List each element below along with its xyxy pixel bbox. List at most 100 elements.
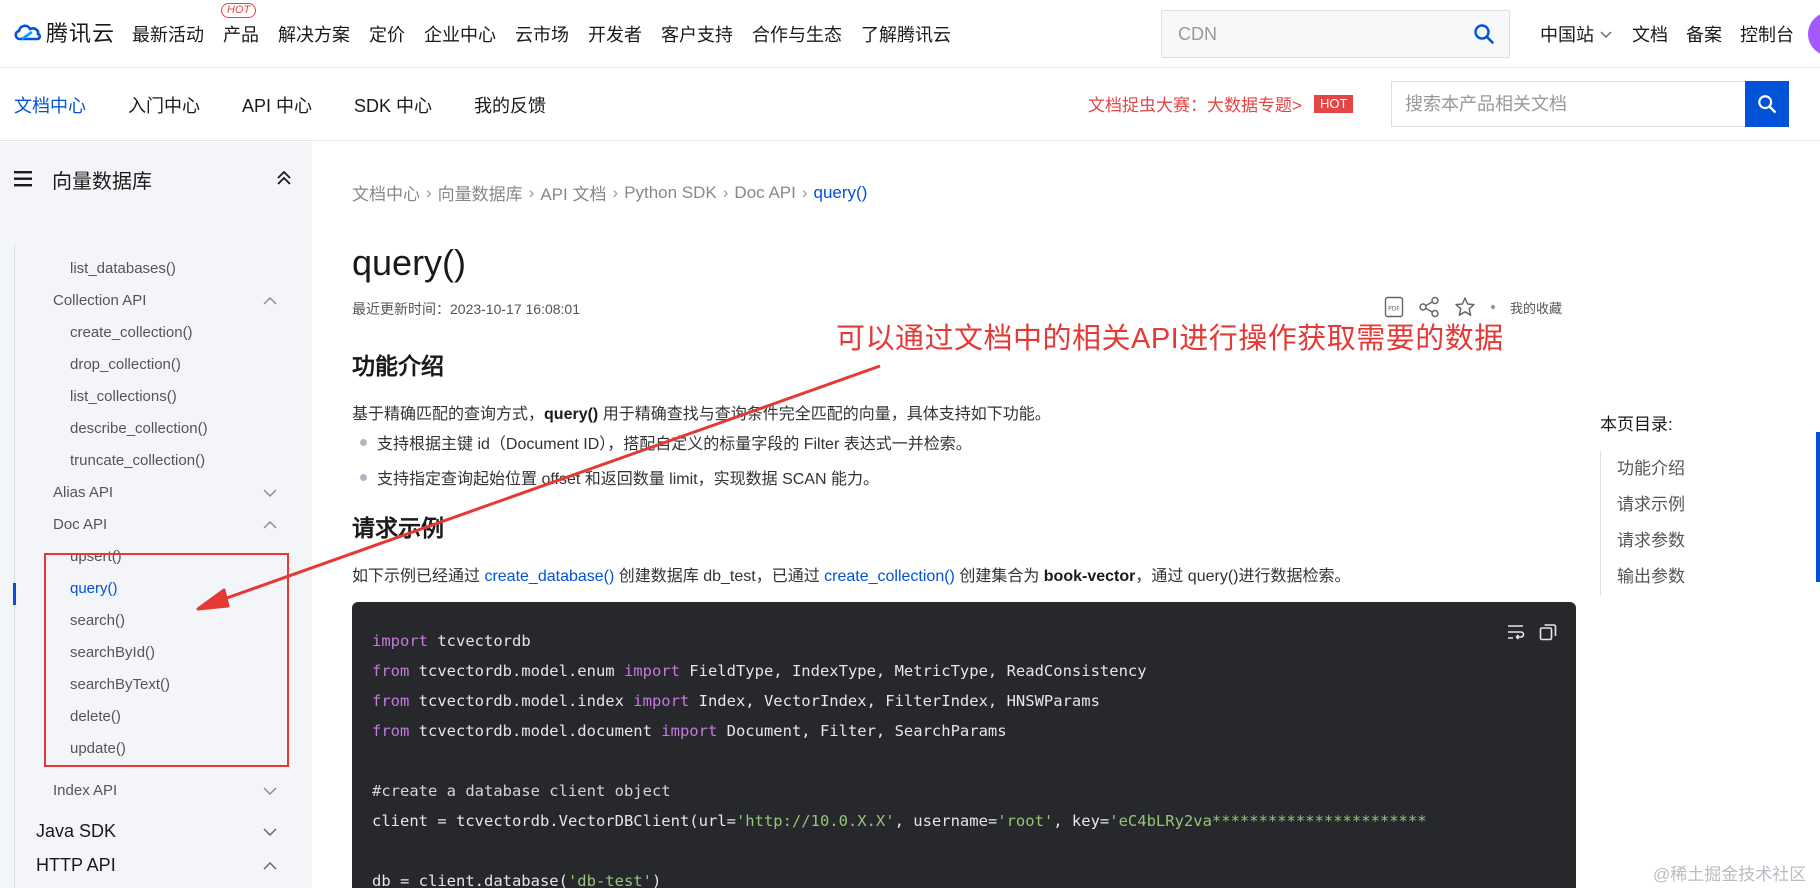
topnav-item-about[interactable]: 了解腾讯云 [861,21,951,47]
bullet-text: 支持指定查询起始位置 offset 和返回数量 limit，实现数据 SCAN … [377,471,879,488]
section-heading-intro: 功能介绍 [352,353,444,379]
topnav-item-partners[interactable]: 合作与生态 [752,21,842,47]
sidebar-item-drop-collection[interactable]: drop_collection() [70,356,181,373]
sidebar-item-list-databases[interactable]: list_databases() [70,260,176,277]
hot-badge: HOT [221,3,257,18]
chevron-up-icon[interactable] [262,518,278,532]
sidebar-item-collection-api[interactable]: Collection API [53,292,146,309]
chevron-up-icon[interactable] [262,294,278,308]
sidebar-item-alias-api[interactable]: Alias API [53,484,113,501]
code-string: 'http://10.0.X.X' [735,812,895,830]
subnav-doc-center[interactable]: 文档中心 [14,92,86,118]
code-toolbar [1494,622,1558,647]
code-text: Index, VectorIndex, FilterIndex, HNSWPar… [689,692,1100,710]
topnav-item-activities[interactable]: 最新活动 [132,21,204,47]
search-icon[interactable] [1473,23,1495,45]
promo-link[interactable]: 文档捉虫大赛：大数据专题> HOT [1088,91,1354,116]
docs-link[interactable]: 文档 [1632,21,1668,47]
chevron-up-icon[interactable] [262,859,278,873]
my-favorites-link[interactable]: 我的收藏 [1510,298,1562,317]
annotation-text: 可以通过文档中的相关API进行操作获取需要的数据 [836,323,1504,355]
intro-bold: query() [544,406,599,423]
toc-item-intro[interactable]: 功能介绍 [1617,451,1800,487]
breadcrumb-item[interactable]: Doc API [734,183,795,203]
sidebar-item-create-collection[interactable]: create_collection() [70,324,193,341]
breadcrumb-item[interactable]: 向量数据库 [438,180,523,205]
breadcrumb-item[interactable]: 文档中心 [352,180,420,205]
sidebar-item-list-collections[interactable]: list_collections() [70,388,177,405]
region-selector[interactable]: 中国站 [1540,21,1614,47]
global-search-input[interactable] [1162,11,1452,57]
sidebar-item-http-api[interactable]: HTTP API [36,855,116,876]
code-keyword: import [372,632,428,650]
menu-icon[interactable] [14,170,34,188]
top-navbar: 腾讯云 最新活动 产品 HOT 解决方案 定价 企业中心 云市场 开发者 客户支持… [0,0,1820,68]
toc-item-output[interactable]: 输出参数 [1617,559,1800,595]
code-comment: #create a database client object [372,782,671,800]
topnav-item-support[interactable]: 客户支持 [661,21,733,47]
topnav-item-products[interactable]: 产品 HOT [221,3,259,47]
svg-text:PDF: PDF [1388,306,1400,313]
create-collection-link[interactable]: create_collection() [824,568,955,585]
active-indicator [13,583,16,605]
subnav-api-center[interactable]: API 中心 [242,92,312,118]
sidebar-item-index-api[interactable]: Index API [53,782,117,799]
sidebar-item-truncate-collection[interactable]: truncate_collection() [70,452,205,469]
topnav-item-developer[interactable]: 开发者 [588,21,642,47]
sidebar-item-java-sdk[interactable]: Java SDK [36,821,116,842]
subnav-feedback[interactable]: 我的反馈 [474,92,546,118]
sidebar-item-doc-api[interactable]: Doc API [53,516,107,533]
region-label: 中国站 [1540,25,1594,45]
subnav-sdk-center[interactable]: SDK 中心 [354,92,432,118]
topnav-item-enterprise[interactable]: 企业中心 [424,21,496,47]
breadcrumb-item[interactable]: Python SDK [624,183,717,203]
toc-title: 本页目录: [1600,415,1673,434]
code-content: import tcvectordb from tcvectordb.model.… [372,626,1427,888]
sidebar-item-describe-collection[interactable]: describe_collection() [70,420,208,437]
breadcrumb-separator: › [426,182,432,202]
toc-item-example[interactable]: 请求示例 [1617,487,1800,523]
code-keyword: from [372,722,410,740]
cloud-logo-icon [14,24,42,41]
page-toc: 本页目录: 功能介绍 请求示例 请求参数 输出参数 [1600,410,1800,595]
chevron-down-icon[interactable] [262,825,278,839]
code-text: tcvectordb.model.enum [409,662,624,680]
brand-logo[interactable]: 腾讯云 [12,17,115,47]
tree-guide-line [14,244,15,888]
breadcrumb: 文档中心 › 向量数据库 › API 文档 › Python SDK › Doc API… [352,180,867,205]
code-keyword: from [372,692,410,710]
doc-search-button[interactable] [1745,81,1789,127]
breadcrumb-separator: › [722,182,729,202]
topnav-item-solutions[interactable]: 解决方案 [278,21,350,47]
example-text: ，通过 query()进行数据检索。 [1135,568,1351,585]
doc-search-input[interactable] [1392,82,1742,126]
create-database-link[interactable]: create_database() [484,568,614,585]
topnav-item-market[interactable]: 云市场 [515,21,569,47]
scroll-indicator[interactable] [1816,432,1820,582]
doc-subnav: 文档中心 入门中心 API 中心 SDK 中心 我的反馈 文档捉虫大赛：大数据专… [0,69,1820,141]
brand-name: 腾讯云 [46,21,116,46]
copy-button[interactable] [1538,622,1558,647]
topnav-item-pricing[interactable]: 定价 [369,21,405,47]
chevron-down-icon[interactable] [262,486,278,500]
wrap-button[interactable] [1506,622,1526,647]
code-keyword: from [372,662,410,680]
example-text: 创建集合为 [954,568,1044,585]
breadcrumb-item[interactable]: API 文档 [540,180,606,205]
doc-subnav-menu: 文档中心 入门中心 API 中心 SDK 中心 我的反馈 [14,69,588,141]
icp-link[interactable]: 备案 [1686,21,1722,47]
bullet-dot [360,438,367,446]
subnav-getting-started[interactable]: 入门中心 [128,92,200,118]
toc-item-params[interactable]: 请求参数 [1617,523,1800,559]
doc-sidebar: 向量数据库 list_databases() Collection API cr… [0,142,312,888]
breadcrumb-separator: › [612,182,619,202]
bullet-dot [360,473,367,481]
intro-paragraph: 基于精确匹配的查询方式，query() 用于精确查找与查询条件完全匹配的向量，具… [352,400,1051,424]
promo-text: 文档捉虫大赛：大数据专题> [1088,96,1302,115]
example-bold: book-vector [1043,568,1136,585]
bullet-text: 支持根据主键 id（Document ID），搭配自定义的标量字段的 Filte… [377,436,972,453]
chevron-double-up-icon[interactable] [274,168,294,188]
code-string: 'eC4bLRy2va*********************** [1109,812,1427,830]
console-link[interactable]: 控制台 [1740,21,1794,47]
chevron-down-icon[interactable] [262,784,278,798]
